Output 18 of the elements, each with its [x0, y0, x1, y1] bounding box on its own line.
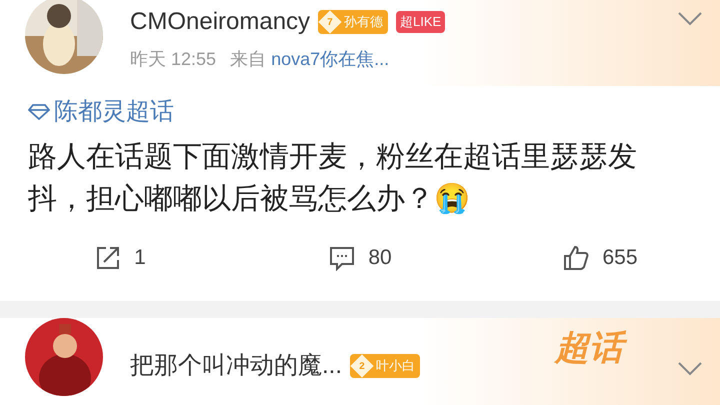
level-badge: 2 叶小白: [350, 354, 420, 378]
like-badge: 超LIKE: [396, 11, 446, 33]
action-button[interactable]: 1: [0, 242, 240, 274]
chevron-down-icon[interactable]: [678, 362, 702, 376]
diamond-icon: [28, 104, 50, 120]
author-name[interactable]: CMOneiromancy: [130, 4, 310, 40]
post-time: 昨天 12:55: [130, 48, 216, 71]
post-text: 路人在话题下面激情开麦，粉丝在超话里瑟瑟发抖，担心嘟嘟以后被骂怎么办？😭: [27, 140, 638, 217]
comment-icon: [328, 244, 356, 271]
action-button[interactable]: 655: [480, 242, 720, 274]
thumbs-up-icon: [562, 244, 590, 272]
super-topic-label: 超话: [555, 328, 631, 368]
level-badge: 7 孙有德: [318, 10, 388, 34]
author-name[interactable]: 把那个叫冲动的魔...: [130, 348, 342, 384]
action-button[interactable]: 80: [240, 242, 480, 274]
topic-link[interactable]: 陈都灵超话: [54, 94, 174, 130]
chevron-down-icon[interactable]: [678, 12, 702, 26]
post-source: 来自 nova7你在焦...: [230, 48, 390, 71]
